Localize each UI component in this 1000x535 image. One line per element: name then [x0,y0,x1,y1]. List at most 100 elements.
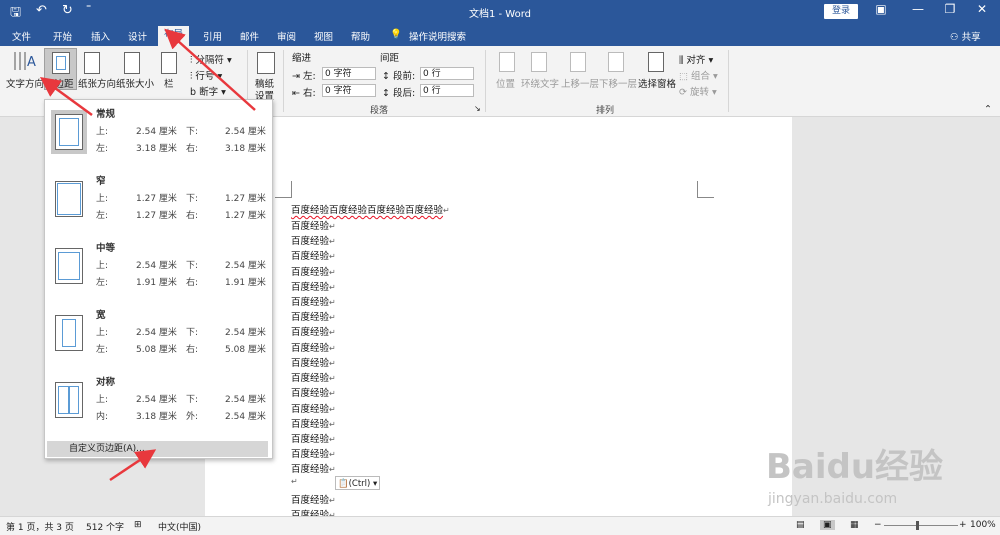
tab-home[interactable]: 开始 [53,29,72,43]
spacing-after-input[interactable]: 0 行 [420,84,474,97]
position-button[interactable]: 位置 [496,76,515,90]
margin-value: 1.91 厘米 [225,278,266,288]
position-icon [499,52,515,72]
document-line: 百度经验↵ [291,327,336,338]
group-button[interactable]: ⬚ 组合 ▾ [679,68,718,82]
columns-label: 栏 [164,79,174,90]
margin-option[interactable]: 对称 上: 2.54 厘米 下: 2.54 厘米 内: 3.18 厘米 外: 2.54 厘米 [45,368,272,434]
bring-forward-button[interactable]: 上移一层 [561,76,599,90]
hyphenation-label: 断字 [199,87,219,98]
title-bar: 🖫 ↶ ↻ ⁼ 文档1 - Word 登录 ▣ — ❐ ✕ [0,0,1000,24]
arrange-group-label: 排列 [596,106,615,116]
web-layout-icon[interactable]: ▦ [850,520,859,530]
zoom-slider-thumb[interactable] [916,521,919,530]
margin-option[interactable]: 窄上: 1.27 厘米 下: 1.27 厘米 左: 1.27 厘米 右: 1.27 厘米 [45,167,272,233]
send-backward-button[interactable]: 下移一层 [599,76,637,90]
indent-right-label: ⇤ 右: [292,88,316,99]
selection-pane-button[interactable]: 选择窗格 [638,76,676,90]
margin-preview-icon [55,315,83,351]
tab-file[interactable]: 文件 [12,29,31,43]
margin-option[interactable]: 中等 上: 2.54 厘米 下: 2.54 厘米 左: 1.91 厘米 右: 1.91 厘米 [45,234,272,300]
align-icon: ⫼ [679,55,684,66]
paste-options-button[interactable]: 📋(Ctrl) ▾ [335,476,380,490]
close-icon[interactable]: ✕ [968,2,996,16]
margin-value: 2.54 厘米 [225,395,266,405]
collapse-ribbon-icon[interactable]: ⌃ [984,104,992,115]
margin-value: 2.54 厘米 [136,261,177,271]
document-line: 百度经验↵ [291,282,336,293]
word-count[interactable]: 512 个字 [86,520,124,533]
margin-value: 上: [96,328,109,338]
wrap-text-button[interactable]: 环绕文字 [521,76,559,90]
margin-value: 1.27 厘米 [225,211,266,221]
tab-view[interactable]: 视图 [314,29,333,43]
margin-value: 上: [96,395,109,405]
tab-insert[interactable]: 插入 [91,29,110,43]
document-line: 百度经验↵ [291,404,336,415]
margin-value: 1.27 厘米 [225,194,266,204]
hyphenation-icon: b [190,87,197,98]
margin-option-name: 窄 [96,176,106,187]
zoom-out-icon[interactable]: − [874,520,882,530]
margin-value: 下: [186,395,199,405]
lightbulb-icon[interactable]: 💡 [390,29,402,40]
tell-me-search[interactable]: 操作说明搜索 [409,29,466,43]
tab-help[interactable]: 帮助 [351,29,370,43]
language-status[interactable]: 中文(中国) [158,520,201,533]
group-icon: ⬚ [679,71,688,82]
status-bar: 第 1 页，共 3 页 512 个字 ⊞ 中文(中国) ▤ ▣ ▦ − + 10… [0,516,1000,535]
spacing-after-label: ↕ 段后: [382,88,416,99]
tab-references[interactable]: 引用 [203,29,222,43]
line-numbers-button[interactable]: ⫶ 行号 ▾ [190,68,222,82]
margin-value: 下: [186,328,199,338]
zoom-level[interactable]: 100% [970,520,996,530]
print-layout-icon[interactable]: ▣ [820,520,835,530]
maximize-icon[interactable]: ❐ [936,2,964,16]
margin-value: 3.18 厘米 [136,144,177,154]
ribbon-display-options-icon[interactable]: ▣ [867,2,895,16]
zoom-slider[interactable] [884,525,958,526]
svg-text:A: A [27,55,36,70]
line-numbers-icon: ⫶ [190,71,193,82]
margin-corner-right [697,181,714,198]
tab-layout[interactable]: 布局 [158,26,190,46]
page-count[interactable]: 第 1 页，共 3 页 [6,520,74,533]
hyphenation-button[interactable]: b 断字 ▾ [190,84,226,98]
read-mode-icon[interactable]: ▤ [796,520,805,530]
margin-option[interactable]: 宽上: 2.54 厘米 下: 2.54 厘米 左: 5.08 厘米 右: 5.08 厘米 [45,301,272,367]
document-line: 百度经验↵ [291,388,336,399]
orientation-label: 纸张方向 [78,79,117,90]
indent-right-icon: ⇤ [292,88,300,99]
document-line: 百度经验↵ [291,434,336,445]
margin-value: 右: [186,211,199,221]
margin-value: 左: [96,278,109,288]
tab-review[interactable]: 审阅 [277,29,296,43]
proofing-icon[interactable]: ⊞ [134,520,142,530]
login-button[interactable]: 登录 [824,4,858,19]
tab-mailings[interactable]: 邮件 [240,29,259,43]
document-line: 百度经验↵ [291,343,336,354]
paragraph-dialog-launcher-icon[interactable]: ↘ [474,104,481,113]
share-button[interactable]: ⚇ 共享 [950,29,981,43]
document-line: 百度经验↵ [291,251,336,262]
minimize-icon[interactable]: — [904,2,932,16]
zoom-in-icon[interactable]: + [959,520,967,530]
margins-button[interactable]: 页边距 [44,48,77,90]
align-button[interactable]: ⫼ 对齐 ▾ [679,52,713,66]
text-direction-label: 文字方向 [6,79,45,90]
rotate-button[interactable]: ⟳ 旋转 ▾ [679,84,717,98]
tab-design[interactable]: 设计 [128,29,147,43]
margin-value: 左: [96,144,109,154]
spacing-before-input[interactable]: 0 行 [420,67,474,80]
indent-right-input[interactable]: 0 字符 [322,84,376,97]
indent-left-label: ⇥ 左: [292,71,316,82]
custom-margins-item[interactable]: 自定义页边距(A)... [47,441,268,457]
margin-option[interactable]: 常规 上: 2.54 厘米 下: 2.54 厘米 左: 3.18 厘米 右: 3.18 厘米 [45,100,272,166]
margin-value: 上: [96,194,109,204]
document-line: 百度经验↵ [291,373,336,384]
margin-value: 1.27 厘米 [136,211,177,221]
breaks-button[interactable]: ⫶ 分隔符 ▾ [190,52,232,66]
breaks-icon: ⫶ [190,55,193,66]
indent-left-input[interactable]: 0 字符 [322,67,376,80]
margin-value: 上: [96,127,109,137]
